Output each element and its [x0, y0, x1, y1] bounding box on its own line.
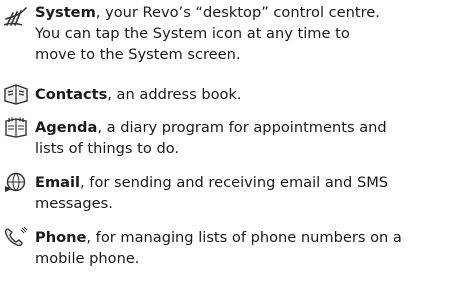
entry-line: , a diary program for appointments and: [97, 119, 387, 136]
email-icon: [2, 171, 30, 193]
contacts-icon: [2, 83, 30, 105]
entry-email-text: Email, for sending and receiving email a…: [35, 172, 453, 214]
entry-term: Phone: [35, 229, 87, 246]
phone-icon: [2, 226, 30, 248]
entry-term: Email: [35, 174, 81, 191]
entry-line: , for managing lists of phone numbers on…: [86, 229, 402, 246]
entry-line: move to the System screen.: [35, 46, 241, 63]
entry-line: lists of things to do.: [35, 140, 180, 157]
entry-line: mobile phone.: [35, 250, 140, 267]
entry-line: messages.: [35, 195, 113, 212]
entry-term: Contacts: [35, 86, 108, 103]
entry-line: You can tap the System icon at any time …: [35, 25, 350, 42]
entry-line: , your Revo’s “desktop” control centre.: [95, 4, 380, 21]
entry-term: System: [35, 4, 96, 21]
entry-line: , for sending and receiving email and SM…: [80, 174, 389, 191]
entry-term: Agenda: [35, 119, 98, 136]
document-page: System, your Revo’s “desktop” control ce…: [0, 0, 458, 282]
entry-contacts-text: Contacts, an address book.: [35, 84, 453, 105]
agenda-icon: [2, 116, 30, 138]
system-icon: [2, 5, 30, 27]
entry-system-text: System, your Revo’s “desktop” control ce…: [35, 2, 453, 65]
entry-line: , an address book.: [107, 86, 242, 103]
entry-phone-text: Phone, for managing lists of phone numbe…: [35, 227, 453, 269]
entry-agenda-text: Agenda, a diary program for appointments…: [35, 117, 453, 159]
